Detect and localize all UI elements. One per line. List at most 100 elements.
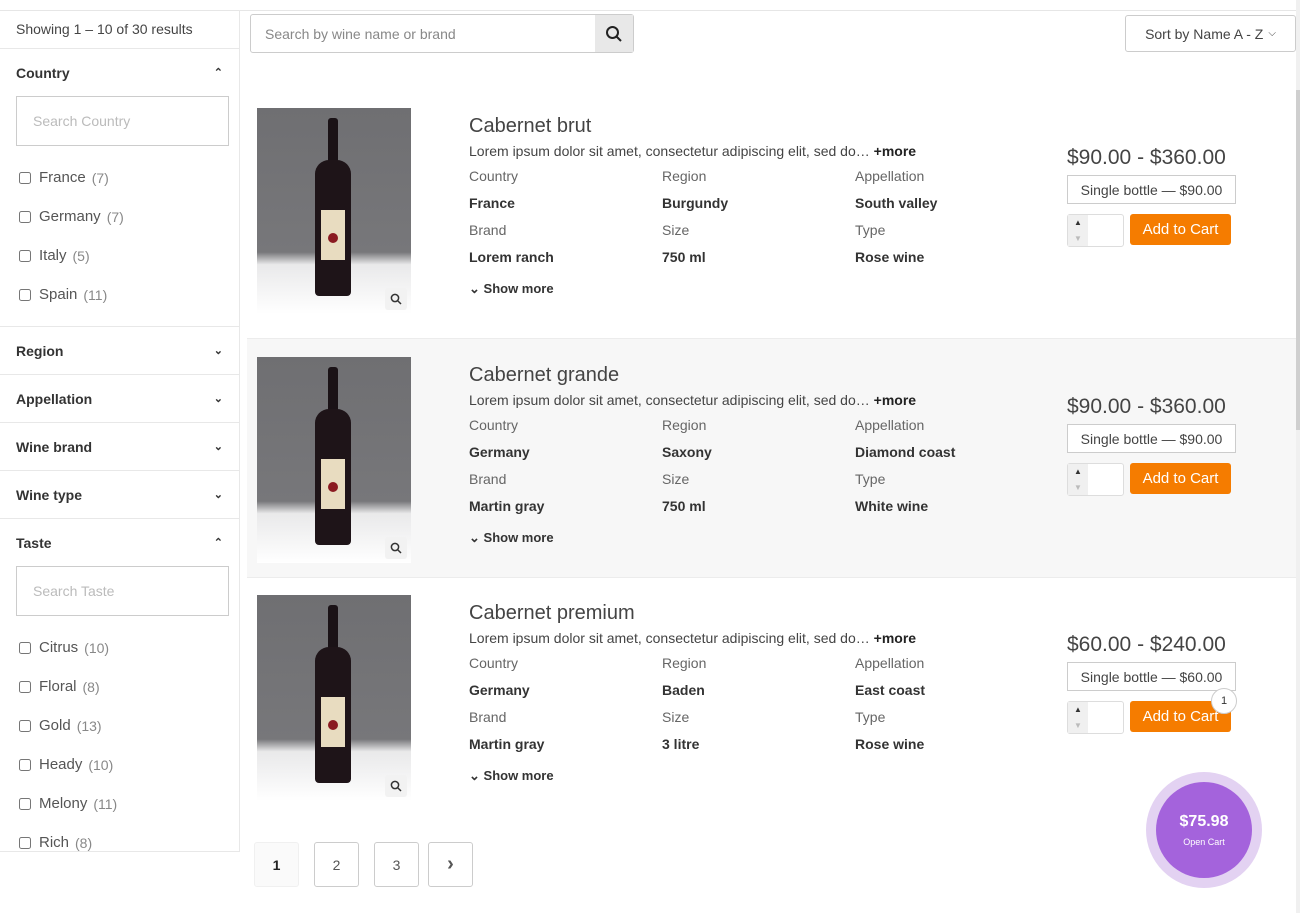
filter-option[interactable]: Melony (11) bbox=[0, 784, 239, 823]
option-count: (8) bbox=[82, 678, 100, 695]
attr-label: Region bbox=[662, 417, 707, 433]
product-name[interactable]: Cabernet grande bbox=[469, 364, 619, 387]
page-button[interactable]: 1 bbox=[254, 842, 299, 887]
product-name[interactable]: Cabernet premium bbox=[469, 602, 635, 625]
filter-country-header[interactable]: Country ⌃ bbox=[0, 49, 239, 96]
add-to-cart-button[interactable]: Add to Cart bbox=[1130, 463, 1231, 494]
chevron-down-icon: ⌄ bbox=[469, 530, 480, 545]
filter-option[interactable]: Spain (11) bbox=[0, 275, 239, 314]
product-attributes: Country Region Appellation Germany Baden Eas… bbox=[469, 655, 1048, 763]
type-value: Rose wine bbox=[855, 249, 925, 265]
filter-checkbox[interactable] bbox=[19, 249, 31, 262]
filter-title: Wine type bbox=[16, 486, 82, 503]
sort-select[interactable]: Sort by Name A - Z ⌵ bbox=[1125, 15, 1296, 52]
filter-header[interactable]: Region ⌄ bbox=[0, 327, 239, 374]
page-button[interactable]: 2 bbox=[314, 842, 359, 887]
decrement-icon[interactable]: ▼ bbox=[1074, 483, 1082, 492]
option-label: Spain bbox=[39, 286, 78, 303]
option-count: (11) bbox=[93, 795, 118, 812]
filter-header[interactable]: Appellation ⌄ bbox=[0, 375, 239, 422]
increment-icon[interactable]: ▲ bbox=[1074, 467, 1082, 476]
option-label: Heady bbox=[39, 756, 83, 773]
filter-country: Country ⌃ Search Country France (7) Germany… bbox=[0, 49, 239, 327]
product-image[interactable] bbox=[257, 357, 411, 563]
option-count: (7) bbox=[106, 208, 124, 225]
product-image[interactable] bbox=[257, 108, 411, 314]
increment-icon[interactable]: ▲ bbox=[1074, 705, 1082, 714]
filter-option[interactable]: Gold (13) bbox=[0, 706, 239, 745]
option-label: Gold bbox=[39, 717, 71, 734]
filter-title: Region bbox=[16, 342, 64, 359]
page-button[interactable]: 3 bbox=[374, 842, 419, 887]
option-count: (13) bbox=[76, 717, 102, 734]
show-more-label: Show more bbox=[483, 768, 554, 783]
scrollbar-thumb[interactable] bbox=[1296, 90, 1300, 430]
quantity-stepper[interactable]: ▲ ▼ bbox=[1067, 463, 1124, 496]
filter-checkbox[interactable] bbox=[19, 758, 31, 771]
appellation-value: Diamond coast bbox=[855, 444, 956, 460]
increment-icon[interactable]: ▲ bbox=[1074, 218, 1082, 227]
product-name[interactable]: Cabernet brut bbox=[469, 115, 591, 138]
filter-checkbox[interactable] bbox=[19, 719, 31, 732]
product-image[interactable] bbox=[257, 595, 411, 801]
taste-search-input[interactable]: Search Taste bbox=[16, 566, 229, 616]
open-cart-button[interactable]: $75.98 Open Cart bbox=[1146, 772, 1262, 888]
filter-taste-header[interactable]: Taste ⌃ bbox=[0, 519, 239, 566]
zoom-button[interactable] bbox=[385, 288, 407, 310]
filter-checkbox[interactable] bbox=[19, 680, 31, 693]
filter-sidebar: Showing 1 – 10 of 30 results Country ⌃ Se… bbox=[0, 10, 240, 852]
show-more-button[interactable]: ⌄ Show more bbox=[469, 281, 554, 297]
filter-option[interactable]: Citrus (10) bbox=[0, 628, 239, 667]
option-label: Italy bbox=[39, 247, 67, 264]
filter-checkbox[interactable] bbox=[19, 288, 31, 301]
filter-option[interactable]: Floral (8) bbox=[0, 667, 239, 706]
magnifier-icon bbox=[390, 293, 402, 305]
description-text: Lorem ipsum dolor sit amet, consectetur … bbox=[469, 630, 870, 646]
zoom-button[interactable] bbox=[385, 775, 407, 797]
quantity-stepper[interactable]: ▲ ▼ bbox=[1067, 701, 1124, 734]
filter-checkbox[interactable] bbox=[19, 797, 31, 810]
zoom-button[interactable] bbox=[385, 537, 407, 559]
filter-header[interactable]: Wine brand ⌄ bbox=[0, 423, 239, 470]
country-search-input[interactable]: Search Country bbox=[16, 96, 229, 146]
variant-select[interactable]: Single bottle — $90.00 bbox=[1067, 424, 1236, 453]
variant-select[interactable]: Single bottle — $60.00 bbox=[1067, 662, 1236, 691]
option-count: (11) bbox=[83, 286, 108, 303]
filter-checkbox[interactable] bbox=[19, 836, 31, 849]
filter-option[interactable]: Germany (7) bbox=[0, 197, 239, 236]
show-more-button[interactable]: ⌄ Show more bbox=[469, 530, 554, 546]
filter-option[interactable]: Rich (8) bbox=[0, 823, 239, 862]
filter-checkbox[interactable] bbox=[19, 171, 31, 184]
option-count: (5) bbox=[72, 247, 90, 264]
quantity-stepper[interactable]: ▲ ▼ bbox=[1067, 214, 1124, 247]
type-value: White wine bbox=[855, 498, 929, 514]
cart-inner: $75.98 Open Cart bbox=[1156, 782, 1252, 878]
next-page-button[interactable]: › bbox=[428, 842, 473, 887]
filter-option[interactable]: Italy (5) bbox=[0, 236, 239, 275]
region-value: Baden bbox=[662, 682, 705, 698]
search-button[interactable] bbox=[595, 15, 633, 52]
filter-option[interactable]: Heady (10) bbox=[0, 745, 239, 784]
more-link[interactable]: +more bbox=[874, 392, 916, 408]
results-count: Showing 1 – 10 of 30 results bbox=[0, 10, 239, 49]
more-link[interactable]: +more bbox=[874, 143, 916, 159]
filter-checkbox[interactable] bbox=[19, 641, 31, 654]
variant-select[interactable]: Single bottle — $90.00 bbox=[1067, 175, 1236, 204]
add-to-cart-button[interactable]: Add to Cart bbox=[1130, 214, 1231, 245]
chevron-down-icon: ⌄ bbox=[213, 489, 223, 501]
show-more-button[interactable]: ⌄ Show more bbox=[469, 768, 554, 784]
scrollbar[interactable] bbox=[1296, 0, 1300, 913]
more-link[interactable]: +more bbox=[874, 630, 916, 646]
filter-option[interactable]: France (7) bbox=[0, 158, 239, 197]
chevron-right-icon: › bbox=[447, 853, 454, 875]
sort-label: Sort by Name A - Z bbox=[1145, 25, 1264, 42]
search-input[interactable]: Search by wine name or brand bbox=[251, 15, 595, 52]
decrement-icon[interactable]: ▼ bbox=[1074, 721, 1082, 730]
filter-checkbox[interactable] bbox=[19, 210, 31, 223]
decrement-icon[interactable]: ▼ bbox=[1074, 234, 1082, 243]
description-text: Lorem ipsum dolor sit amet, consectetur … bbox=[469, 392, 870, 408]
brand-value: Martin gray bbox=[469, 498, 545, 514]
filter-header[interactable]: Wine type ⌄ bbox=[0, 471, 239, 518]
region-value: Burgundy bbox=[662, 195, 729, 211]
filter-section: Wine type ⌄ bbox=[0, 471, 239, 519]
